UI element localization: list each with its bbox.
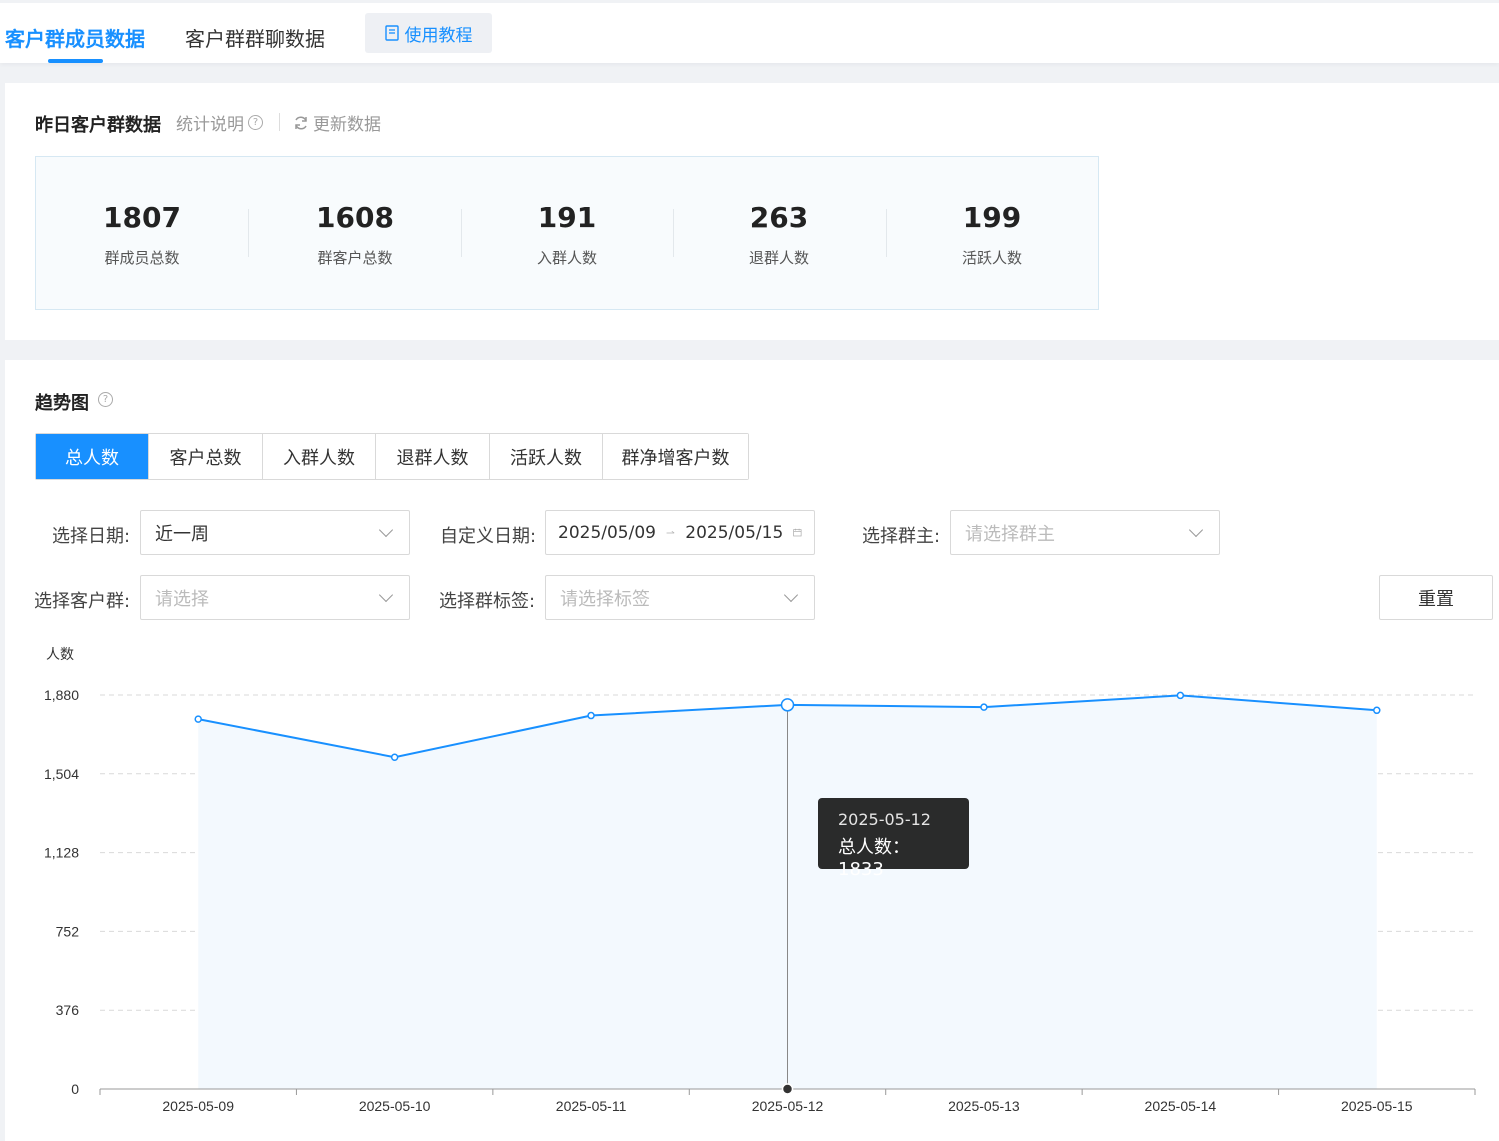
y-tick-label: 0 <box>71 1081 79 1097</box>
stat-value: 1807 <box>103 201 181 234</box>
stats-explain-link[interactable]: 统计说明 ? <box>176 110 263 135</box>
stat-label: 入群人数 <box>536 249 597 267</box>
tab-chat-data[interactable]: 客户群群聊数据 <box>185 23 325 52</box>
x-tick-label: 2025-05-10 <box>359 1098 431 1114</box>
tutorial-label: 使用教程 <box>404 25 473 46</box>
x-tick-label: 2025-05-12 <box>752 1098 824 1114</box>
y-tick-label: 1,880 <box>44 687 79 703</box>
x-tick-label: 2025-05-14 <box>1145 1098 1217 1114</box>
stat-joined: 191 入群人数 <box>461 157 673 309</box>
stat-value: 199 <box>962 201 1022 234</box>
stat-total-members: 1807 群成员总数 <box>36 157 248 309</box>
stat-value: 263 <box>749 201 809 234</box>
axis-pointer <box>781 1083 794 1095</box>
stat-label: 群客户总数 <box>317 249 393 267</box>
stats-explain-label: 统计说明 <box>176 115 244 135</box>
overview-card: 昨日客户群数据 统计说明 ? 更新数据 1807 群成员总数 1608 群客户总… <box>5 83 1499 340</box>
y-axis-title: 人数 <box>46 646 74 662</box>
refresh-icon <box>295 115 307 130</box>
data-point <box>980 703 988 711</box>
x-tick-label: 2025-05-11 <box>556 1098 627 1114</box>
stat-label: 活跃人数 <box>961 249 1022 267</box>
tutorial-button[interactable]: 使用教程 <box>365 13 492 53</box>
stats-panel: 1807 群成员总数 1608 群客户总数 191 入群人数 263 退群人数 … <box>35 156 1099 310</box>
stat-value: 191 <box>537 201 597 234</box>
help-icon: ? <box>248 115 263 130</box>
y-tick-label: 1,128 <box>44 845 79 861</box>
y-tick-label: 1,504 <box>44 766 79 782</box>
data-point <box>194 715 202 723</box>
tooltip-date: 2025-05-12 <box>838 810 931 829</box>
x-tick-label: 2025-05-15 <box>1341 1098 1413 1114</box>
top-tab-bar: 客户群成员数据 客户群群聊数据 使用教程 <box>0 0 1499 63</box>
chart-tooltip: 2025-05-12 总人数：1833 <box>818 798 969 880</box>
y-tick-label: 752 <box>56 923 80 939</box>
y-tick-label: 376 <box>56 1002 80 1018</box>
x-tick-label: 2025-05-13 <box>948 1098 1020 1114</box>
stat-value: 1608 <box>316 201 394 234</box>
stat-label: 退群人数 <box>748 249 809 267</box>
document-icon <box>384 25 399 41</box>
overview-title: 昨日客户群数据 <box>35 115 161 136</box>
divider <box>279 113 280 131</box>
data-point <box>780 698 795 712</box>
stat-active: 199 活跃人数 <box>886 157 1098 309</box>
data-point <box>1373 706 1381 715</box>
tooltip-value: 总人数：1833 <box>838 837 910 880</box>
trend-chart: 人数 0 376 752 1,128 1,504 1,880 2025-05-09 2025-0… <box>44 646 1476 1114</box>
stat-left: 263 退群人数 <box>673 157 885 309</box>
data-point <box>1176 691 1185 700</box>
active-tab-indicator <box>48 59 103 63</box>
stat-label: 群成员总数 <box>104 249 180 267</box>
trend-card: 趋势图 ? 总人数 客户总数 入群人数 退群人数 活跃人数 群净增客户数 选择日… <box>5 360 1499 1141</box>
data-point <box>587 711 595 720</box>
refresh-label: 更新数据 <box>313 115 381 135</box>
tab-member-data[interactable]: 客户群成员数据 <box>5 23 145 52</box>
x-tick-label: 2025-05-09 <box>162 1098 234 1114</box>
stat-total-customers: 1608 群客户总数 <box>249 157 461 309</box>
data-point <box>390 753 399 761</box>
refresh-data-button[interactable]: 更新数据 <box>293 110 381 135</box>
